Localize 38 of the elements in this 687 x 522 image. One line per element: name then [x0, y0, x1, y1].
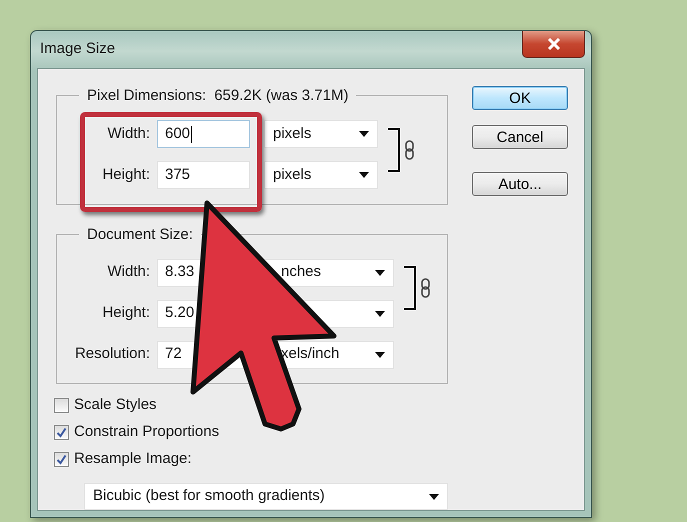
- check-icon: [56, 427, 67, 438]
- dropdown-arrow-icon: [359, 131, 369, 137]
- field-label: Height:: [101, 164, 151, 185]
- chain-link-icon: [405, 140, 414, 160]
- close-button[interactable]: [522, 31, 585, 58]
- dropdown-arrow-icon: [375, 310, 385, 316]
- dialog-button[interactable]: OK: [472, 86, 568, 110]
- dialog-button[interactable]: Auto...: [472, 172, 568, 196]
- dropdown-arrow-icon: [429, 494, 439, 500]
- dropdown-arrow-icon: [375, 352, 385, 358]
- unit-dropdown[interactable]: nches: [264, 258, 394, 286]
- checkbox-label: Constrain Proportions: [74, 422, 220, 442]
- window-title: Image Size: [39, 39, 116, 60]
- input-field[interactable]: 375: [157, 161, 250, 189]
- checkbox[interactable]: [54, 425, 69, 440]
- checkbox[interactable]: [54, 452, 69, 467]
- check-icon: [56, 454, 67, 465]
- checkbox-label: Scale Styles: [74, 395, 157, 416]
- group-label: Pixel Dimensions:: [87, 86, 206, 106]
- unit-dropdown[interactable]: pixels: [264, 120, 378, 148]
- bracket: [404, 266, 416, 310]
- checkbox-label: Resample Image:: [74, 449, 192, 470]
- bracket: [388, 128, 400, 172]
- field-label: Width:: [106, 124, 151, 144]
- field-label: Resolution:: [74, 344, 151, 364]
- checkbox[interactable]: [54, 398, 69, 413]
- group-label: Document Size:: [87, 224, 193, 244]
- resample-dropdown[interactable]: Bicubic (best for smooth gradients): [84, 483, 448, 510]
- close-icon: [546, 38, 560, 50]
- field-label: Height:: [101, 303, 151, 324]
- field-label: Width:: [106, 262, 151, 282]
- unit-dropdown[interactable]: pixels: [264, 161, 378, 189]
- dropdown-arrow-icon: [375, 270, 385, 276]
- group-value: 659.2K (was 3.71M): [214, 86, 348, 106]
- input-field[interactable]: 600: [157, 120, 250, 148]
- dropdown-arrow-icon: [359, 172, 369, 178]
- dialog-button[interactable]: Cancel: [472, 125, 568, 149]
- chain-link-icon: [421, 278, 430, 298]
